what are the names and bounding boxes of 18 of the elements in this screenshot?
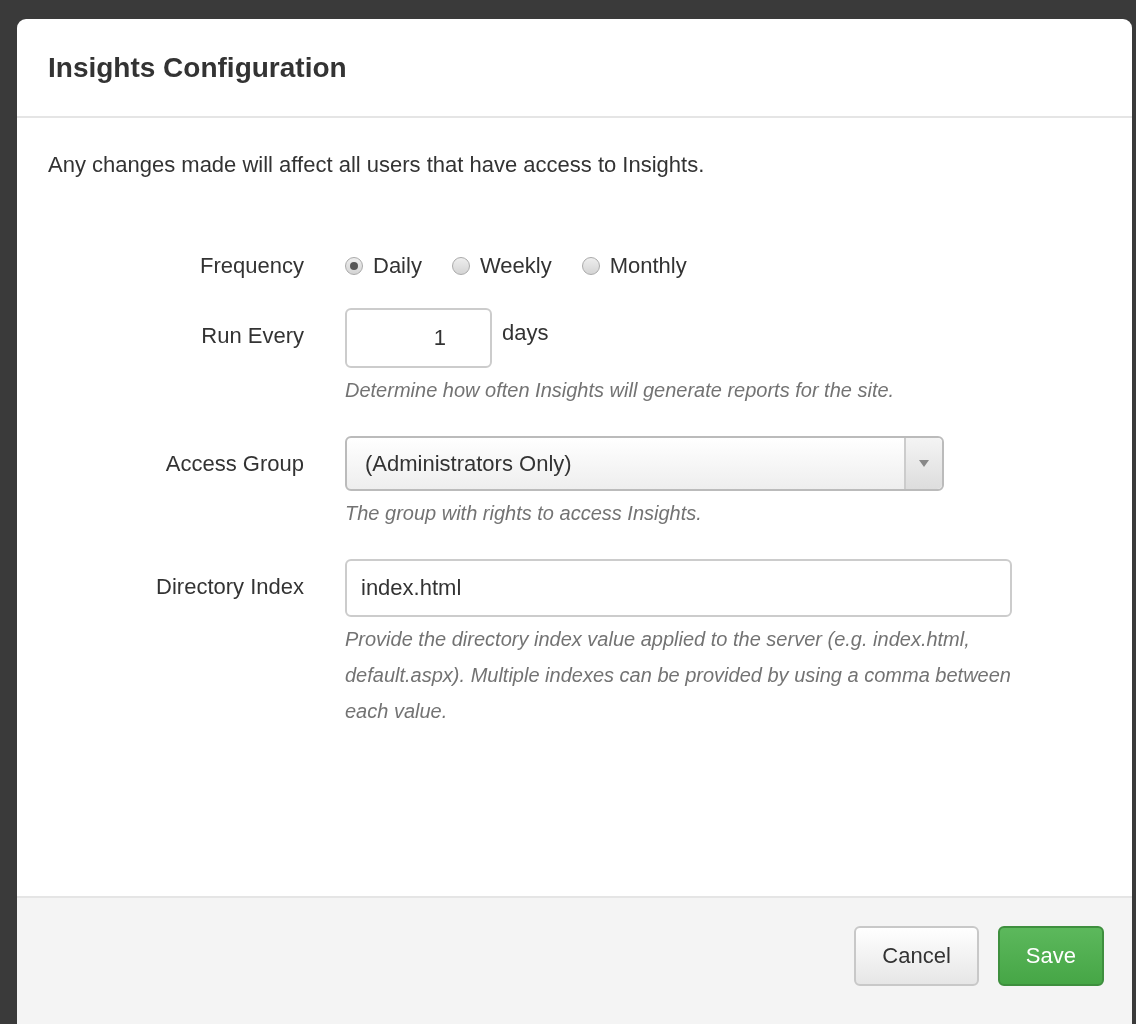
field-label: Run Every: [200, 322, 304, 349]
caret-icon: [919, 460, 929, 467]
unit-label: days: [502, 319, 549, 346]
field-label: Access Group: [164, 450, 304, 477]
radio-option[interactable]: Monthly: [581, 253, 687, 279]
notice-text: Any changes made will affect all users that have access to Insights.: [48, 152, 706, 178]
help-text: Determine how often Insights will generate reports for the site.: [345, 378, 895, 403]
number-field[interactable]: 1: [345, 308, 492, 368]
field-label: Directory Index: [155, 573, 304, 600]
radio-option[interactable]: Weekly: [451, 253, 552, 279]
cancel-button[interactable]: Cancel: [854, 926, 979, 986]
dialog-title: Insights Configuration: [48, 51, 347, 84]
radio-option[interactable]: Daily: [345, 253, 422, 279]
text-field[interactable]: index.html: [345, 559, 1012, 617]
field-label: Frequency: [199, 252, 304, 279]
help-text: Provide the directory index value applied to the server (e.g. index.html, default.aspx). Multiple indexes can be provided by using a comma between each value.: [345, 627, 1012, 724]
group-dropdown[interactable]: (Administrators Only): [345, 436, 944, 491]
help-text: The group with rights to access Insights.: [345, 501, 703, 526]
